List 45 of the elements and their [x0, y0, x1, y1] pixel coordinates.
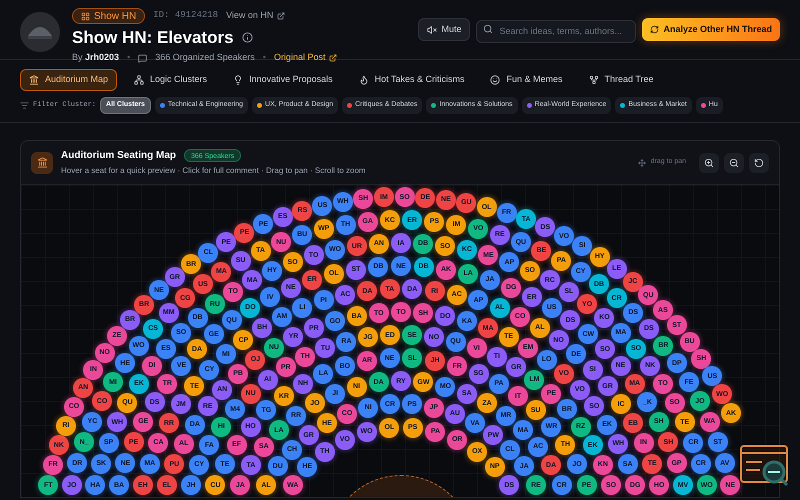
original-post-link[interactable]: Original Post	[274, 51, 338, 65]
tab[interactable]: Thread Tree	[580, 69, 663, 91]
analyze-button[interactable]: Analyze Other HN Thread	[642, 18, 780, 41]
tab[interactable]: Fun & Memes	[481, 69, 572, 91]
view-on-hn-link[interactable]: View on HN	[226, 9, 286, 23]
external-link-icon	[277, 12, 286, 20]
map-title: Auditorium Seating Map	[61, 149, 176, 163]
mute-button[interactable]: Mute	[418, 18, 470, 41]
separator-dot: •	[127, 51, 130, 64]
search-icon	[483, 24, 494, 34]
lightbulb-icon	[233, 75, 244, 85]
reset-view-button[interactable]	[749, 152, 769, 172]
auditorium-icon	[31, 152, 53, 174]
tab[interactable]: Hot Takes & Criticisms	[350, 69, 474, 91]
zoom-in-button[interactable]	[699, 152, 719, 172]
tab[interactable]: Logic Clusters	[125, 69, 216, 91]
network-icon	[134, 75, 144, 85]
logo-icon	[20, 12, 60, 52]
info-icon	[242, 32, 253, 44]
zoom-in-icon	[704, 158, 714, 168]
reset-icon	[754, 158, 764, 168]
move-icon	[638, 158, 646, 166]
external-link-icon	[329, 54, 338, 62]
search-field[interactable]: Search ideas, terms, authors...	[476, 20, 636, 42]
zoom-out-button[interactable]	[724, 152, 744, 172]
mute-icon	[427, 24, 438, 34]
fork-icon	[588, 75, 599, 85]
badge-label: Show HN	[94, 10, 136, 24]
page-title: Show HN: Elevators	[72, 27, 234, 48]
author-label: By Jrh0203	[72, 51, 120, 64]
zoom-out-icon	[729, 158, 739, 168]
refresh-icon	[650, 25, 660, 34]
comment-icon	[138, 54, 148, 62]
post-id: ID: 49124218	[153, 9, 218, 22]
landmark-icon	[29, 75, 39, 85]
speaker-count: 366 Organized Speakers	[155, 51, 255, 64]
map-subtitle: Hover a seat for a quick preview · Click for full comment · Drag to pan · Scroll to zoom	[61, 165, 366, 177]
smile-icon	[490, 75, 500, 85]
tab[interactable]: Innovative Proposals	[224, 69, 342, 91]
browser-search-icon	[740, 444, 790, 488]
grid-icon	[81, 12, 90, 20]
tab[interactable]: Auditorium Map	[20, 69, 118, 91]
flame-icon	[358, 75, 369, 85]
filter-icon	[20, 101, 29, 110]
separator-dot: •	[262, 51, 266, 64]
